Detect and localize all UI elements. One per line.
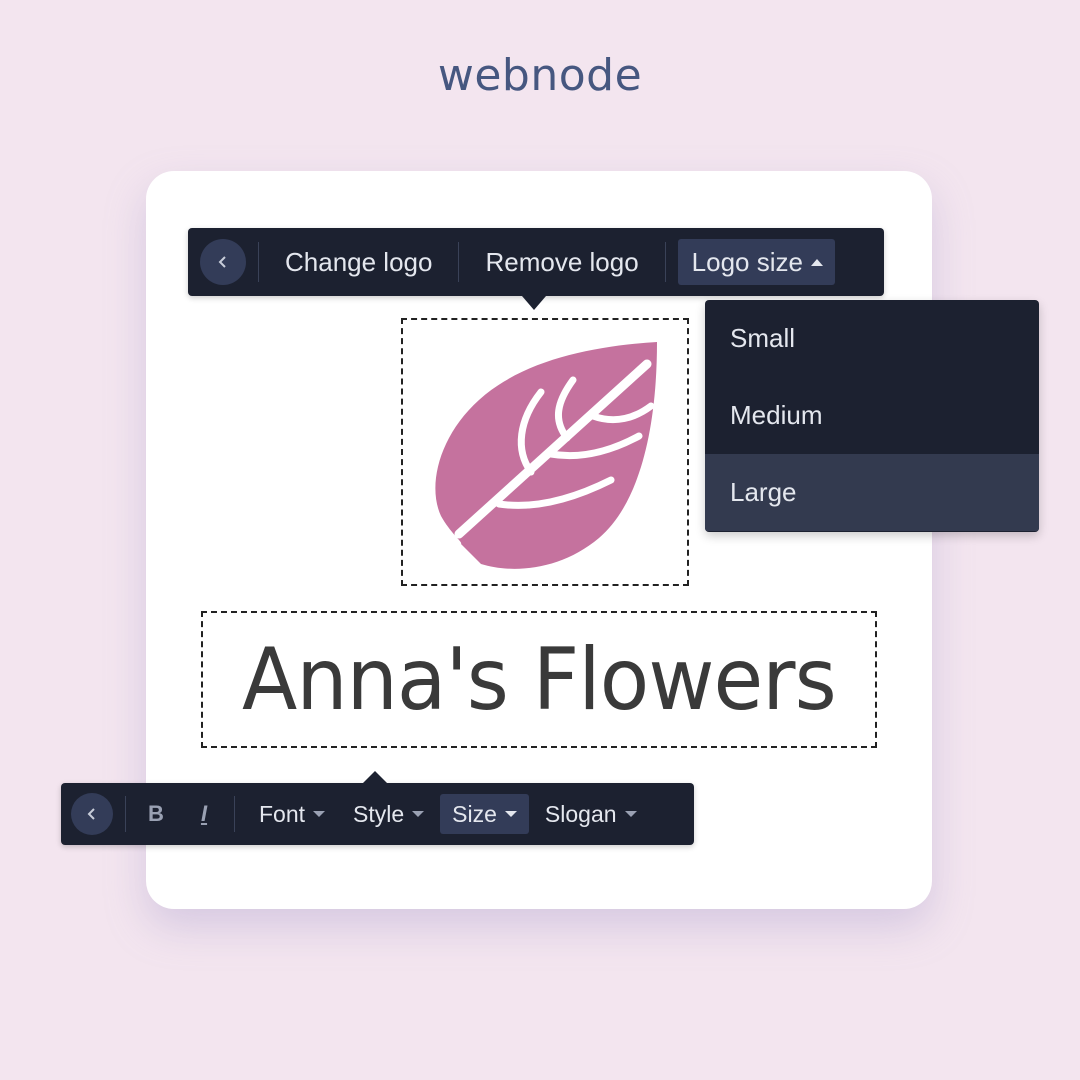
font-label: Font	[259, 800, 306, 827]
caret-down-icon	[412, 811, 425, 817]
italic-button[interactable]: I	[186, 796, 222, 832]
caret-down-icon	[313, 811, 326, 817]
toolbar-pointer	[363, 771, 387, 783]
dropdown-option-large[interactable]: Large	[705, 454, 1039, 531]
option-label: Small	[730, 323, 796, 353]
change-logo-label: Change logo	[285, 246, 433, 277]
size-label: Size	[452, 800, 497, 827]
style-label: Style	[353, 800, 405, 827]
option-label: Medium	[730, 400, 823, 430]
chevron-left-icon	[218, 256, 226, 268]
size-dropdown[interactable]: Size	[440, 794, 529, 834]
bold-icon: B	[148, 801, 164, 826]
caret-down-icon	[504, 811, 517, 817]
logo-toolbar: Change logo Remove logo Logo size	[188, 228, 884, 310]
chevron-left-icon	[87, 808, 95, 820]
option-label: Large	[730, 477, 797, 507]
remove-logo-label: Remove logo	[485, 246, 639, 277]
back-button[interactable]	[200, 239, 246, 285]
change-logo-button[interactable]: Change logo	[277, 239, 440, 285]
bold-button[interactable]: B	[138, 796, 174, 832]
back-button[interactable]	[71, 793, 113, 835]
italic-icon: I	[200, 801, 208, 826]
style-dropdown[interactable]: Style	[341, 794, 436, 834]
slogan-dropdown[interactable]: Slogan	[533, 794, 649, 834]
dropdown-option-small[interactable]: Small	[705, 300, 1039, 377]
caret-up-icon	[810, 258, 823, 266]
toolbar-pointer	[522, 296, 546, 310]
font-dropdown[interactable]: Font	[247, 794, 337, 834]
site-title-frame[interactable]: Anna's Flowers	[201, 611, 877, 748]
separator	[125, 796, 126, 832]
separator	[234, 796, 235, 832]
caret-down-icon	[624, 811, 637, 817]
logo-size-dropdown: Small Medium Large	[705, 300, 1039, 532]
remove-logo-button[interactable]: Remove logo	[477, 239, 646, 285]
dropdown-option-medium[interactable]: Medium	[705, 377, 1039, 454]
leaf-icon	[435, 342, 657, 569]
text-toolbar: B I Font Style Size Slogan	[61, 771, 694, 845]
webnode-logo: webnode	[437, 50, 643, 101]
logo-size-button[interactable]: Logo size	[677, 239, 835, 285]
separator	[664, 242, 666, 282]
logo-image-frame[interactable]	[401, 318, 689, 586]
site-title[interactable]: Anna's Flowers	[242, 630, 837, 730]
separator	[458, 242, 460, 282]
logo-size-label: Logo size	[691, 246, 803, 277]
separator	[258, 242, 259, 282]
slogan-label: Slogan	[544, 800, 617, 827]
